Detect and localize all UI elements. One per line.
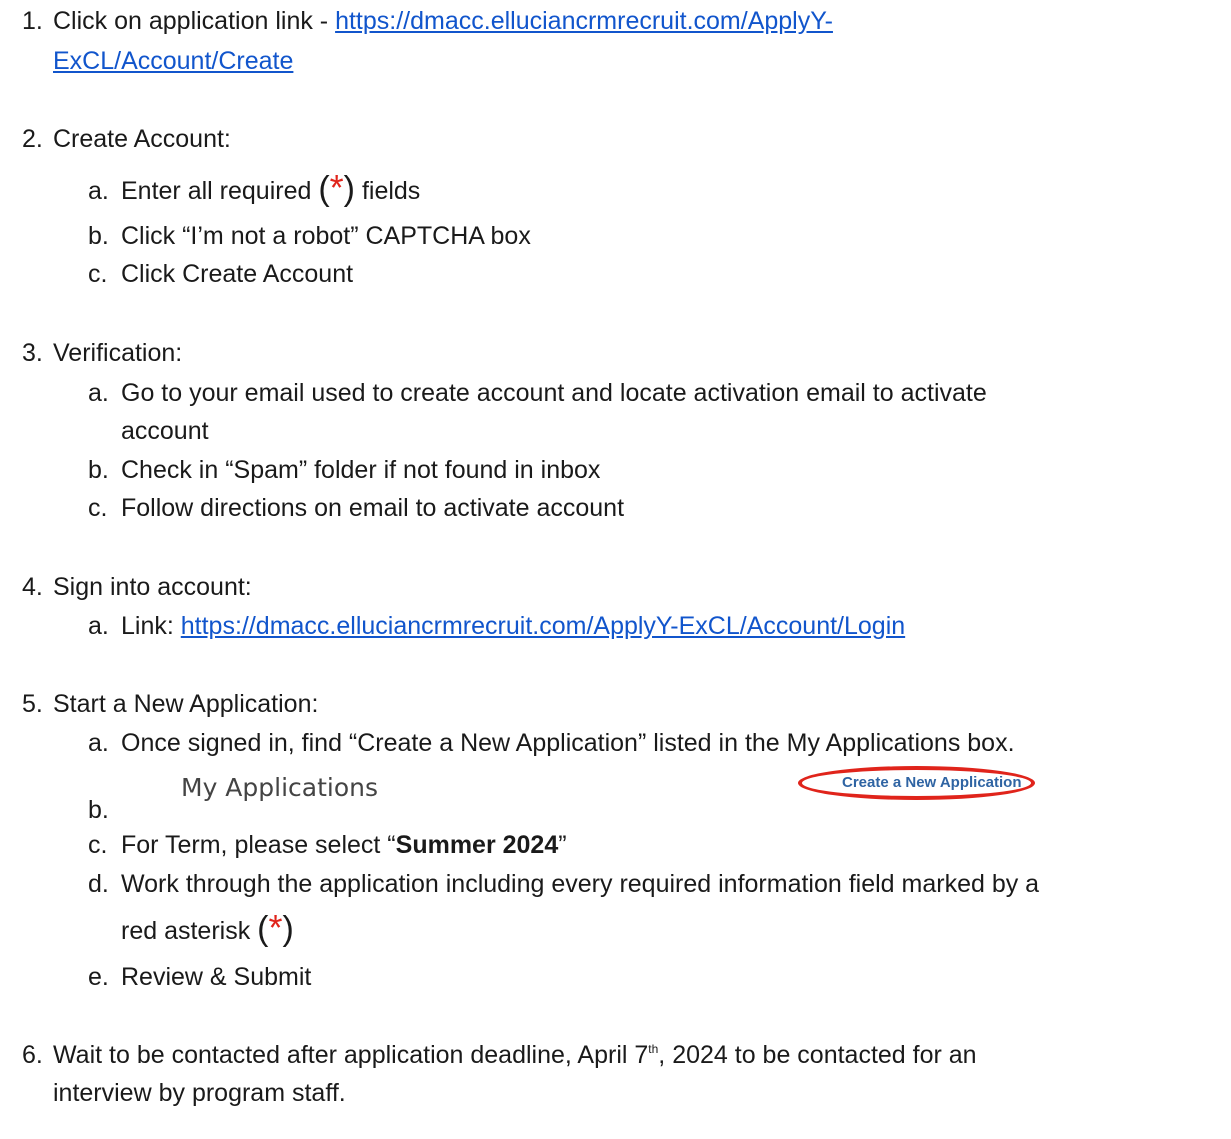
step-number: 5. bbox=[22, 690, 43, 718]
step-3a: a. Go to your email used to create accoun… bbox=[88, 378, 987, 408]
step-6: 6. Wait to be contacted after application… bbox=[22, 1040, 977, 1070]
sub-letter: a. bbox=[88, 612, 109, 640]
sub-text: Once signed in, find “Create a New Appli… bbox=[121, 729, 1015, 757]
sub-letter: d. bbox=[88, 870, 109, 898]
sub-letter: b. bbox=[88, 222, 109, 250]
sub-text: Follow directions on email to activate a… bbox=[121, 494, 625, 522]
step-5e: e. Review & Submit bbox=[88, 962, 311, 992]
sub-text: Work through the application including e… bbox=[121, 870, 1040, 898]
sub-text: Enter all required bbox=[121, 177, 319, 205]
sub-letter: b. bbox=[88, 456, 109, 484]
step-3b: b. Check in “Spam” folder if not found in… bbox=[88, 455, 600, 485]
term-value: Summer 2024 bbox=[395, 831, 559, 859]
sub-text: Click “I’m not a robot” CAPTCHA box bbox=[121, 222, 531, 250]
sub-text: ” bbox=[558, 831, 567, 859]
sub-text: For Term, please select “ bbox=[121, 831, 396, 859]
step-5a: a. Once signed in, find “Create a New App… bbox=[88, 728, 1015, 758]
step-number: 2. bbox=[22, 125, 43, 153]
step-5b: b. bbox=[88, 795, 121, 825]
apply-link-continued[interactable]: ExCL/Account/Create bbox=[53, 47, 293, 75]
sub-letter: b. bbox=[88, 796, 109, 824]
step-2-title: 2. Create Account: bbox=[22, 124, 231, 154]
paren: ) bbox=[343, 170, 355, 208]
required-asterisk-icon: * bbox=[268, 907, 283, 948]
step-number: 6. bbox=[22, 1041, 43, 1069]
sub-text: fields bbox=[355, 177, 421, 205]
step-3c: c. Follow directions on email to activate… bbox=[88, 493, 624, 523]
sub-text: Review & Submit bbox=[121, 963, 312, 991]
paren: ( bbox=[318, 170, 330, 208]
step-5-title: 5. Start a New Application: bbox=[22, 689, 318, 719]
sub-text: Check in “Spam” folder if not found in i… bbox=[121, 456, 601, 484]
step-3a-continued: account bbox=[121, 416, 209, 446]
create-new-application-button[interactable]: Create a New Application bbox=[842, 773, 1022, 793]
step-number: 4. bbox=[22, 573, 43, 601]
sub-letter: c. bbox=[88, 831, 108, 859]
step-text: Click on application link - bbox=[53, 7, 336, 35]
apply-link[interactable]: https://dmacc.elluciancrmrecruit.com/App… bbox=[335, 7, 833, 35]
step-3-title: 3. Verification: bbox=[22, 338, 182, 368]
step-5d-continued: red asterisk (*) bbox=[121, 910, 294, 948]
sub-letter: a. bbox=[88, 177, 109, 205]
sub-text: Click Create Account bbox=[121, 260, 354, 288]
step-number: 1. bbox=[22, 7, 43, 35]
sub-text: red asterisk bbox=[121, 917, 258, 945]
step-number: 3. bbox=[22, 339, 43, 367]
sub-text: Go to your email used to create account … bbox=[121, 379, 987, 407]
required-asterisk-icon: * bbox=[329, 167, 344, 208]
step-text: Wait to be contacted after application d… bbox=[53, 1041, 649, 1069]
step-6-continued: interview by program staff. bbox=[53, 1078, 346, 1108]
step-title: Create Account: bbox=[53, 125, 231, 153]
sub-letter: c. bbox=[88, 260, 108, 288]
step-4a: a. Link: https://dmacc.elluciancrmrecruit… bbox=[88, 611, 905, 641]
step-1: 1. Click on application link - https://dm… bbox=[22, 6, 833, 36]
step-text: , 2024 to be contacted for an bbox=[658, 1041, 977, 1069]
step-5d: d. Work through the application including… bbox=[88, 869, 1039, 899]
step-title: Verification: bbox=[53, 339, 183, 367]
sub-text: account bbox=[121, 417, 209, 445]
step-title: Start a New Application: bbox=[53, 690, 319, 718]
login-link[interactable]: https://dmacc.elluciancrmrecruit.com/App… bbox=[181, 612, 905, 640]
step-5c: c. For Term, please select “Summer 2024” bbox=[88, 830, 567, 860]
paren: ( bbox=[257, 910, 269, 948]
sub-text: Link: bbox=[121, 612, 181, 640]
sub-letter: c. bbox=[88, 494, 108, 522]
step-4-title: 4. Sign into account: bbox=[22, 572, 252, 602]
step-1-link-continued: ExCL/Account/Create bbox=[53, 46, 293, 76]
step-2c: c. Click Create Account bbox=[88, 259, 353, 289]
sub-letter: a. bbox=[88, 379, 109, 407]
paren: ) bbox=[282, 910, 294, 948]
step-2b: b. Click “I’m not a robot” CAPTCHA box bbox=[88, 221, 531, 251]
step-title: Sign into account: bbox=[53, 573, 252, 601]
my-applications-heading: My Applications bbox=[181, 773, 379, 802]
step-text: interview by program staff. bbox=[53, 1079, 346, 1107]
sub-letter: a. bbox=[88, 729, 109, 757]
sub-letter: e. bbox=[88, 963, 109, 991]
ordinal-suffix: th bbox=[648, 1042, 659, 1056]
step-2a: a. Enter all required (*) fields bbox=[88, 170, 421, 208]
